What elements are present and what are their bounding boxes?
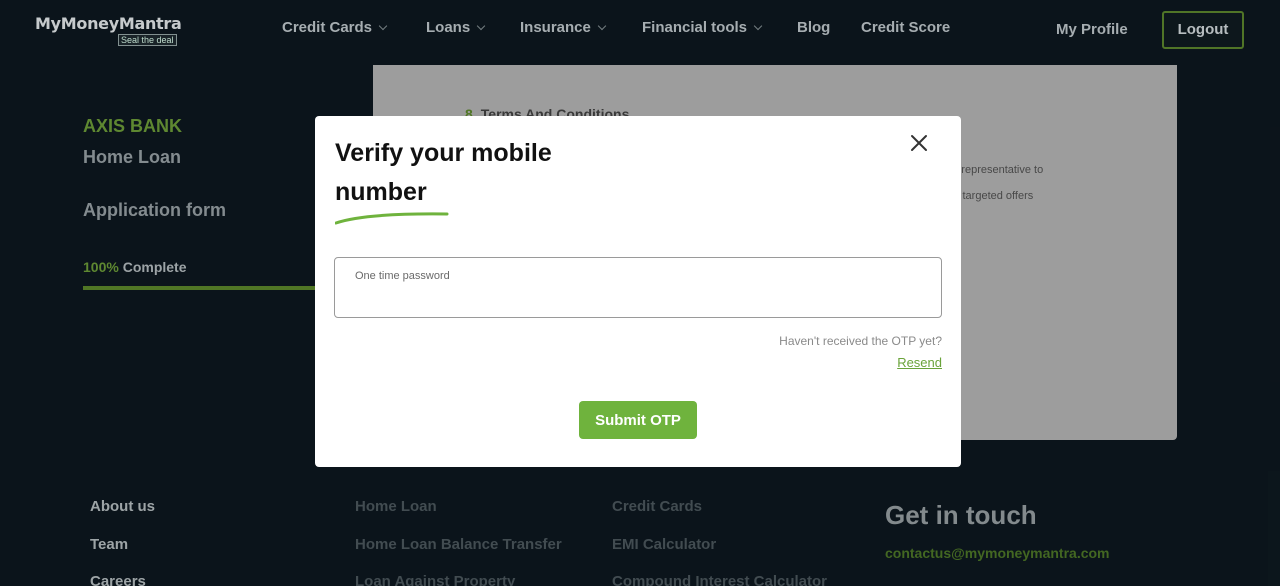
submit-otp-button[interactable]: Submit OTP xyxy=(579,401,697,439)
otp-label: One time password xyxy=(355,270,450,282)
resend-question: Haven't received the OTP yet? xyxy=(779,334,942,348)
resend-link[interactable]: Resend xyxy=(897,355,942,370)
otp-modal: Verify your mobile number One time passw… xyxy=(315,116,961,467)
otp-input[interactable] xyxy=(354,288,924,310)
otp-field[interactable]: One time password xyxy=(334,257,942,318)
title-underline-decoration xyxy=(335,212,449,225)
modal-title: Verify your mobile number xyxy=(335,139,552,206)
close-icon[interactable] xyxy=(909,133,929,153)
